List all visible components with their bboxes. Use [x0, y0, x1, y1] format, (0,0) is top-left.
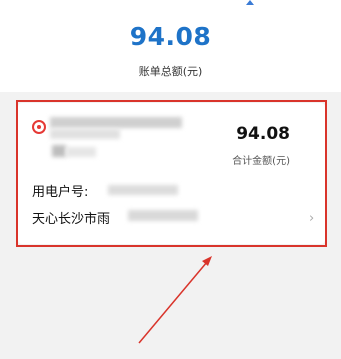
highlight-annotation-box [16, 100, 327, 247]
total-amount-label: 账单总额(元) [138, 65, 203, 78]
total-amount: 94.08 [129, 22, 212, 51]
summary-panel: 94.08 账单总额(元) [0, 0, 341, 92]
caret-up-icon [246, 0, 254, 5]
